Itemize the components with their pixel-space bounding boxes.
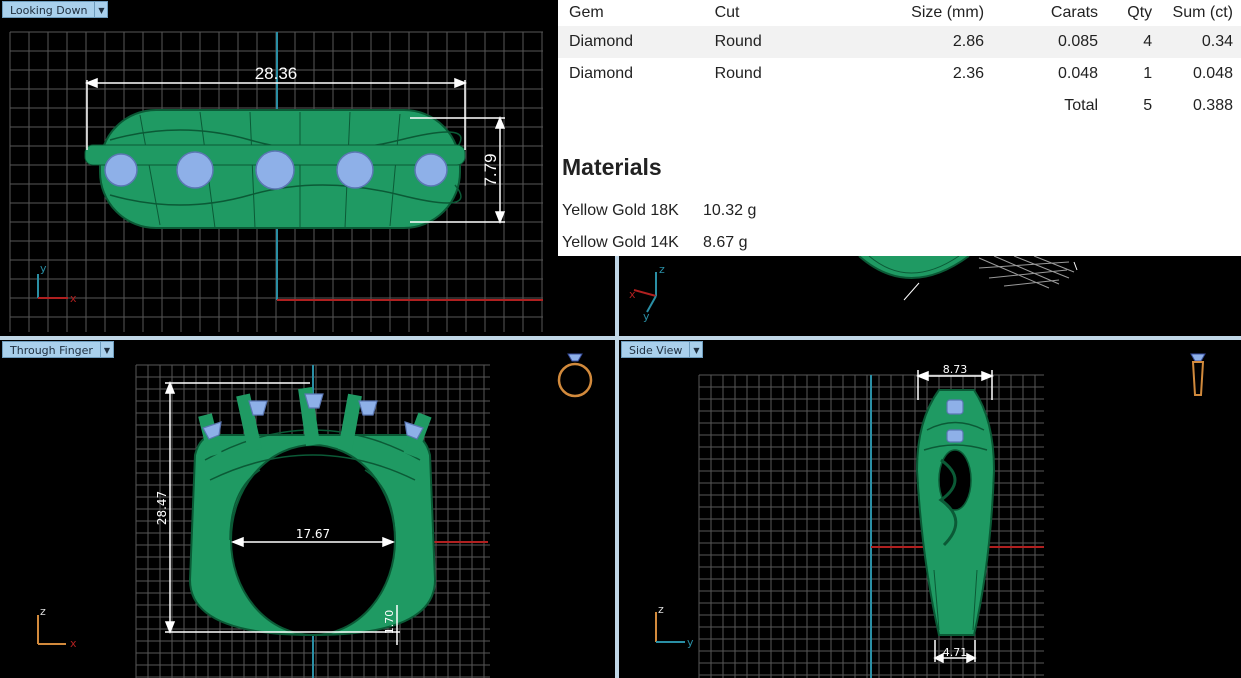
gems-table: Gem Cut Size (mm) Carats Qty Sum (ct) Di… (558, 0, 1241, 122)
header-gem: Gem (569, 4, 604, 21)
total-label: Total (1064, 97, 1099, 114)
through-finger-canvas: 28.47 17.67 1.70 z x (37, 353, 593, 678)
gizmo-label-y: y (643, 310, 650, 323)
gizmo-label-v: z (658, 603, 664, 616)
ring-perspective (858, 255, 970, 279)
gem-2 (946, 429, 964, 443)
cell-qty: 4 (1098, 26, 1153, 58)
header-carats: Carats (1050, 4, 1099, 21)
gizmo-label-h: y (687, 636, 694, 649)
ring-side-view (915, 389, 996, 636)
cell-gem: Diamond (569, 65, 634, 82)
looking-down-canvas: 28.36 7.79 y x (9, 31, 543, 332)
cell-qty: 1 (1143, 65, 1153, 82)
viewport-through-finger[interactable]: 28.47 17.67 1.70 z x Through Finger ▼ (0, 340, 615, 678)
cell-cut: Round (714, 26, 862, 58)
gizmo-label-v: y (40, 262, 47, 275)
cell-sum: 0.34 (1152, 26, 1241, 58)
gem-4 (336, 151, 374, 189)
gizmo-label-h: x (70, 637, 77, 650)
table-row: Diamond Round 2.36 0.048 1 0.048 (558, 58, 1241, 90)
ring-side-orientation-icon (1190, 353, 1206, 396)
material-weight: 10.32 g (703, 202, 757, 219)
cell-cut: Round (714, 65, 762, 82)
cell-size: 2.36 (952, 65, 985, 82)
total-qty: 5 (1143, 97, 1153, 114)
viewport-label: Side View (621, 341, 690, 358)
gem-1 (946, 399, 964, 415)
cell-carats: 0.048 (1057, 65, 1099, 82)
gems-table-header: Gem Cut Size (mm) Carats Qty Sum (ct) (558, 0, 1241, 26)
viewport-label: Through Finger (2, 341, 100, 358)
viewport-side-view[interactable]: 8.73 4.71 z y Side View ▼ (619, 340, 1241, 678)
viewport-splitter-horizontal[interactable] (0, 336, 1241, 340)
viewport-label: Looking Down (2, 1, 95, 18)
table-row: Diamond Round 2.86 0.085 4 0.34 (558, 26, 1241, 58)
gizmo-label-v: z (40, 605, 46, 618)
gizmo-label-z: z (659, 263, 665, 276)
header-cut: Cut (714, 4, 740, 21)
cell-carats: 0.085 (984, 26, 1099, 58)
material-row: Yellow Gold 14K 8.67 g (562, 234, 747, 252)
header-sum: Sum (ct) (1172, 4, 1233, 21)
gem-2 (176, 151, 214, 189)
cell-size: 2.86 (861, 26, 985, 58)
viewport-tab-through-finger[interactable]: Through Finger ▼ (2, 341, 114, 358)
header-size: Size (mm) (911, 4, 985, 21)
viewport-tab-looking-down[interactable]: Looking Down ▼ (2, 1, 109, 18)
report-panel: Gem Cut Size (mm) Carats Qty Sum (ct) Di… (558, 0, 1241, 256)
viewport-dropdown-icon[interactable]: ▼ (689, 341, 704, 358)
table-total-row: Total 5 0.388 (558, 90, 1241, 122)
header-qty: Qty (1127, 4, 1153, 21)
gizmo-label-h: x (70, 292, 77, 305)
total-sum: 0.388 (1192, 97, 1233, 114)
dim-band-thickness: 1.70 (383, 610, 396, 635)
dim-length: 28.36 (255, 64, 298, 83)
dim-inner-diameter: 17.67 (296, 527, 330, 541)
axis-gizmo-3d: z x y (629, 263, 665, 323)
viewport-dropdown-icon[interactable]: ▼ (99, 341, 114, 358)
dim-bottom-width: 4.71 (943, 646, 968, 659)
gem-1 (104, 153, 138, 187)
gem-3 (255, 150, 295, 190)
dim-ring-height: 28.47 (155, 491, 169, 525)
viewport-dropdown-icon[interactable]: ▼ (94, 1, 109, 18)
dim-height: 7.79 (481, 153, 500, 186)
viewport-tab-side-view[interactable]: Side View ▼ (621, 341, 704, 358)
material-row: Yellow Gold 18K 10.32 g (562, 202, 756, 220)
materials-title: Materials (562, 154, 662, 180)
gem-5 (414, 153, 448, 187)
grid-perspective (978, 255, 1075, 289)
material-weight: 8.67 g (703, 234, 748, 251)
gizmo-label-x: x (629, 288, 636, 301)
cell-gem: Diamond (558, 26, 715, 58)
axis-gizmo: y x (37, 262, 77, 305)
dim-top-width: 8.73 (943, 363, 968, 376)
ring-orientation-icon (557, 353, 593, 398)
axis-gizmo: z x (37, 605, 77, 650)
material-name: Yellow Gold 18K (562, 202, 679, 219)
viewport-looking-down[interactable]: 28.36 7.79 y x Looking Down ▼ (0, 0, 615, 336)
material-name: Yellow Gold 14K (562, 234, 679, 251)
side-view-canvas: 8.73 4.71 z y (655, 353, 1206, 678)
axis-gizmo: z y (655, 603, 694, 649)
cell-sum: 0.048 (1192, 65, 1233, 82)
